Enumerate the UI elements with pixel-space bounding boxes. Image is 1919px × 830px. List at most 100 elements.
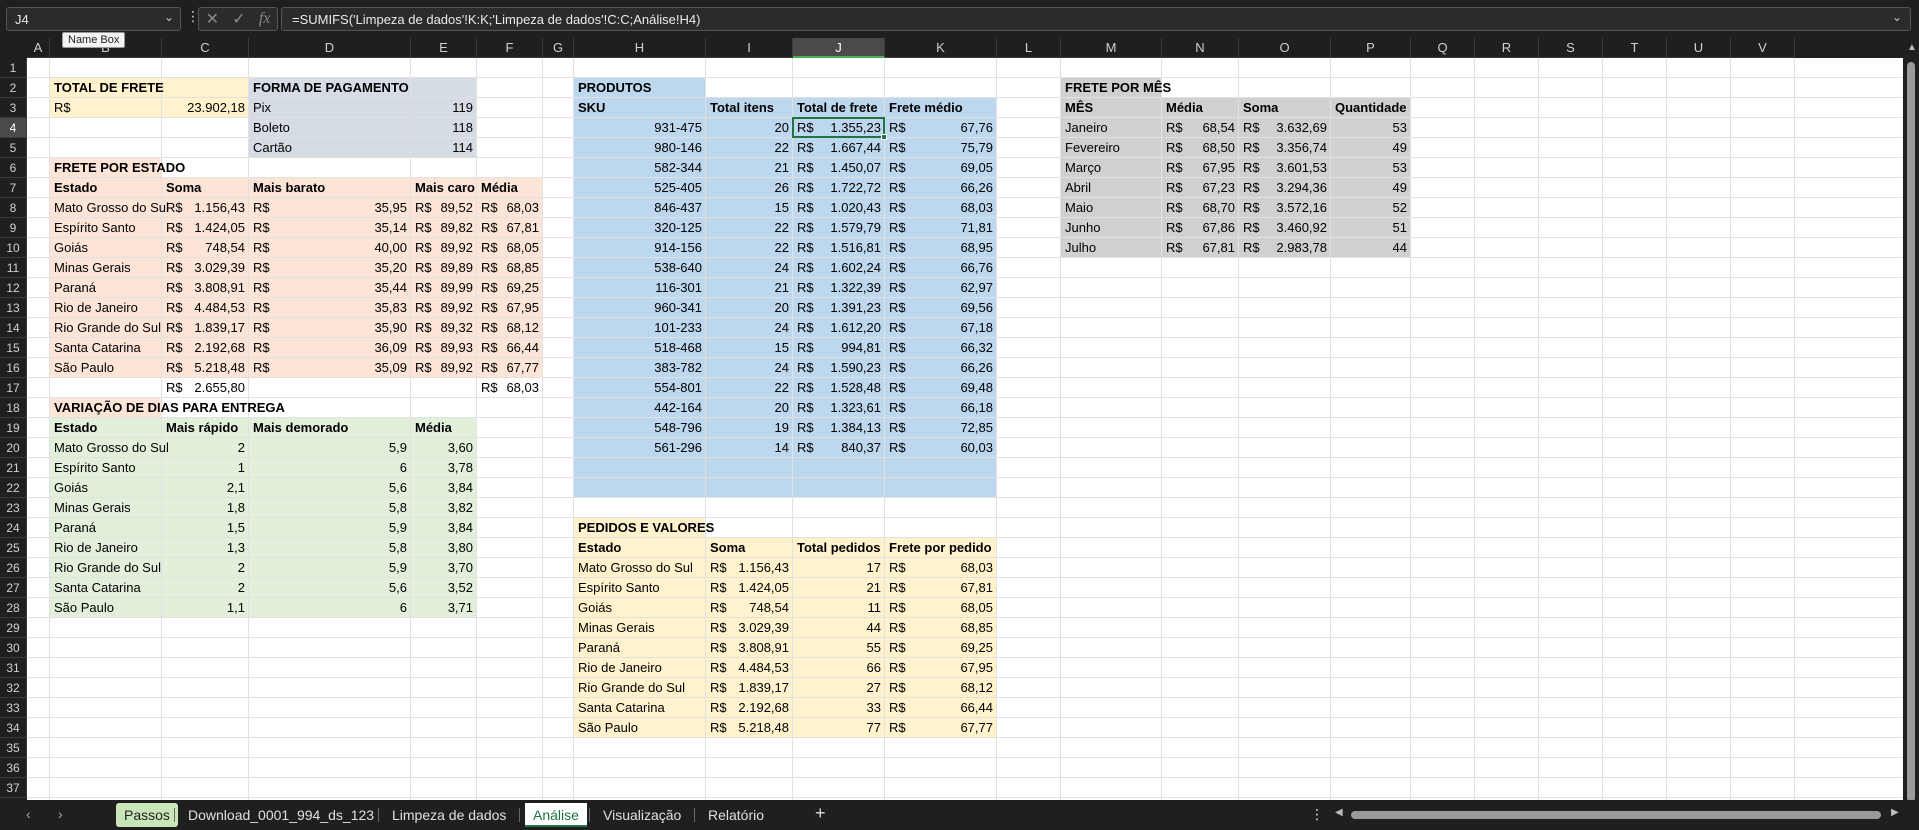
mais-demorado-cell[interactable]: 5,8 [249,498,411,518]
cancel-icon[interactable]: ✕ [206,9,219,29]
column-header-p[interactable]: P [1331,38,1411,58]
mes-name[interactable]: Junho [1061,218,1162,238]
column-header-v[interactable]: V [1731,38,1795,58]
frete-medio-cell[interactable]: R$ 62,97 [885,278,997,298]
mais-barato-cell[interactable]: R$ 35,90 [249,318,411,338]
mes-soma-cell[interactable]: R$ 3.601,53 [1239,158,1331,178]
column-header-o[interactable]: O [1239,38,1331,58]
sku-cell[interactable]: 442-164 [574,398,706,418]
mais-barato-cell[interactable]: R$ 35,44 [249,278,411,298]
row-header-29[interactable]: 29 [0,618,27,638]
total-itens-cell[interactable]: 21 [706,158,793,178]
total-frete-cell[interactable]: R$ 1.722,72 [793,178,885,198]
mes-quantidade-cell[interactable]: 53 [1331,118,1411,138]
soma-cell[interactable]: R$ 1.424,05 [162,218,249,238]
total-frete-cell[interactable]: R$ 1.528,48 [793,378,885,398]
pedidos-title[interactable]: PEDIDOS E VALORES [574,518,714,538]
row-header-22[interactable]: 22 [0,478,27,498]
mes-name[interactable]: Março [1061,158,1162,178]
column-header-f[interactable]: F [477,38,543,58]
frete-medio-cell[interactable]: R$ 68,03 [885,198,997,218]
vertical-scroll-thumb[interactable] [1907,62,1915,802]
total-itens-cell[interactable]: 15 [706,338,793,358]
sku-cell[interactable]: 518-468 [574,338,706,358]
mes-name[interactable]: Janeiro [1061,118,1162,138]
add-sheet-icon[interactable]: + [815,803,826,824]
pedidos-header[interactable]: Frete por pedido [885,538,997,558]
estado-name[interactable]: Rio Grande do Sul [50,318,162,338]
sku-cell[interactable]: 320-125 [574,218,706,238]
row-header-36[interactable]: 36 [0,758,27,778]
estado-name[interactable]: Paraná [574,638,706,658]
sku-cell[interactable]: 116-301 [574,278,706,298]
pedidos-soma-cell[interactable]: R$ 2.192,68 [706,698,793,718]
produtos-header[interactable]: Frete médio [885,98,997,118]
sku-cell[interactable]: 101-233 [574,318,706,338]
column-header-h[interactable]: H [574,38,706,58]
sheet-tab-0[interactable]: Passos [116,803,178,827]
total-frete-cell[interactable]: R$ 1.516,81 [793,238,885,258]
row-header-25[interactable]: 25 [0,538,27,558]
mais-rapido-cell[interactable]: 1,8 [162,498,249,518]
frete-medio-cell[interactable]: R$ 72,85 [885,418,997,438]
fx-icon[interactable]: fx [259,10,271,28]
payment-method[interactable]: Cartão [249,138,411,158]
total-media-cell[interactable]: R$ 68,03 [477,378,543,398]
mais-caro-cell[interactable]: R$ 89,52 [411,198,477,218]
mais-caro-cell[interactable]: R$ 89,92 [411,298,477,318]
estado-name[interactable]: Santa Catarina [574,698,706,718]
mes-media-cell[interactable]: R$ 67,81 [1162,238,1239,258]
sheet-tab-4[interactable]: Visualização [595,803,689,827]
sku-cell[interactable]: 980-146 [574,138,706,158]
mes-media-cell[interactable]: R$ 68,50 [1162,138,1239,158]
soma-cell[interactable]: R$ 2.192,68 [162,338,249,358]
horizontal-scrollbar[interactable]: ◀ ▶ [1335,806,1905,824]
frete-mes-header[interactable]: MÊS [1061,98,1162,118]
total-frete-value-cell[interactable]: R$ 23.902,18 [50,98,249,118]
frete-por-pedido-cell[interactable]: R$ 68,05 [885,598,997,618]
mais-demorado-cell[interactable]: 5,8 [249,538,411,558]
row-header-28[interactable]: 28 [0,598,27,618]
mes-soma-cell[interactable]: R$ 3.460,92 [1239,218,1331,238]
soma-cell[interactable]: R$ 748,54 [162,238,249,258]
media-dias-cell[interactable]: 3,60 [411,438,477,458]
media-cell[interactable]: R$ 68,05 [477,238,543,258]
estado-name[interactable]: Rio de Janeiro [50,298,162,318]
mais-caro-cell[interactable]: R$ 89,89 [411,258,477,278]
mais-demorado-cell[interactable]: 5,6 [249,578,411,598]
expand-formula-icon[interactable]: ⌄ [1892,10,1902,24]
mais-rapido-cell[interactable]: 1,5 [162,518,249,538]
mes-media-cell[interactable]: R$ 67,86 [1162,218,1239,238]
estado-name[interactable]: Espírito Santo [50,218,162,238]
sheet-tab-3[interactable]: Análise [525,803,587,827]
total-frete-cell[interactable]: R$ 1.384,13 [793,418,885,438]
mais-demorado-cell[interactable]: 6 [249,458,411,478]
estado-name[interactable]: Mato Grosso do Sul [574,558,706,578]
mais-barato-cell[interactable]: R$ 35,20 [249,258,411,278]
media-dias-cell[interactable]: 3,84 [411,518,477,538]
media-dias-cell[interactable]: 3,71 [411,598,477,618]
soma-cell[interactable]: R$ 3.808,91 [162,278,249,298]
media-cell[interactable]: R$ 67,81 [477,218,543,238]
mes-soma-cell[interactable]: R$ 3.632,69 [1239,118,1331,138]
sheet-tab-1[interactable]: Download_0001_994_ds_123 [180,803,382,827]
soma-cell[interactable]: R$ 1.156,43 [162,198,249,218]
estado-name[interactable]: Rio Grande do Sul [50,558,162,578]
prev-sheet-icon[interactable]: ‹ [26,806,31,822]
mais-caro-cell[interactable]: R$ 89,99 [411,278,477,298]
total-itens-cell[interactable]: 20 [706,118,793,138]
total-itens-cell[interactable]: 15 [706,198,793,218]
frete-medio-cell[interactable]: R$ 66,18 [885,398,997,418]
mes-quantidade-cell[interactable]: 52 [1331,198,1411,218]
mais-demorado-cell[interactable]: 5,9 [249,518,411,538]
scroll-right-icon[interactable]: ▶ [1891,807,1899,818]
frete-mes-header[interactable]: Média [1162,98,1239,118]
media-dias-cell[interactable]: 3,78 [411,458,477,478]
mais-rapido-cell[interactable]: 2 [162,558,249,578]
total-frete-cell[interactable]: R$ 1.323,61 [793,398,885,418]
estado-name[interactable]: Santa Catarina [50,578,162,598]
sheet-tab-2[interactable]: Limpeza de dados [384,803,514,827]
row-header-7[interactable]: 7 [0,178,27,198]
fill-handle[interactable] [881,134,887,140]
frete-medio-cell[interactable]: R$ 69,48 [885,378,997,398]
